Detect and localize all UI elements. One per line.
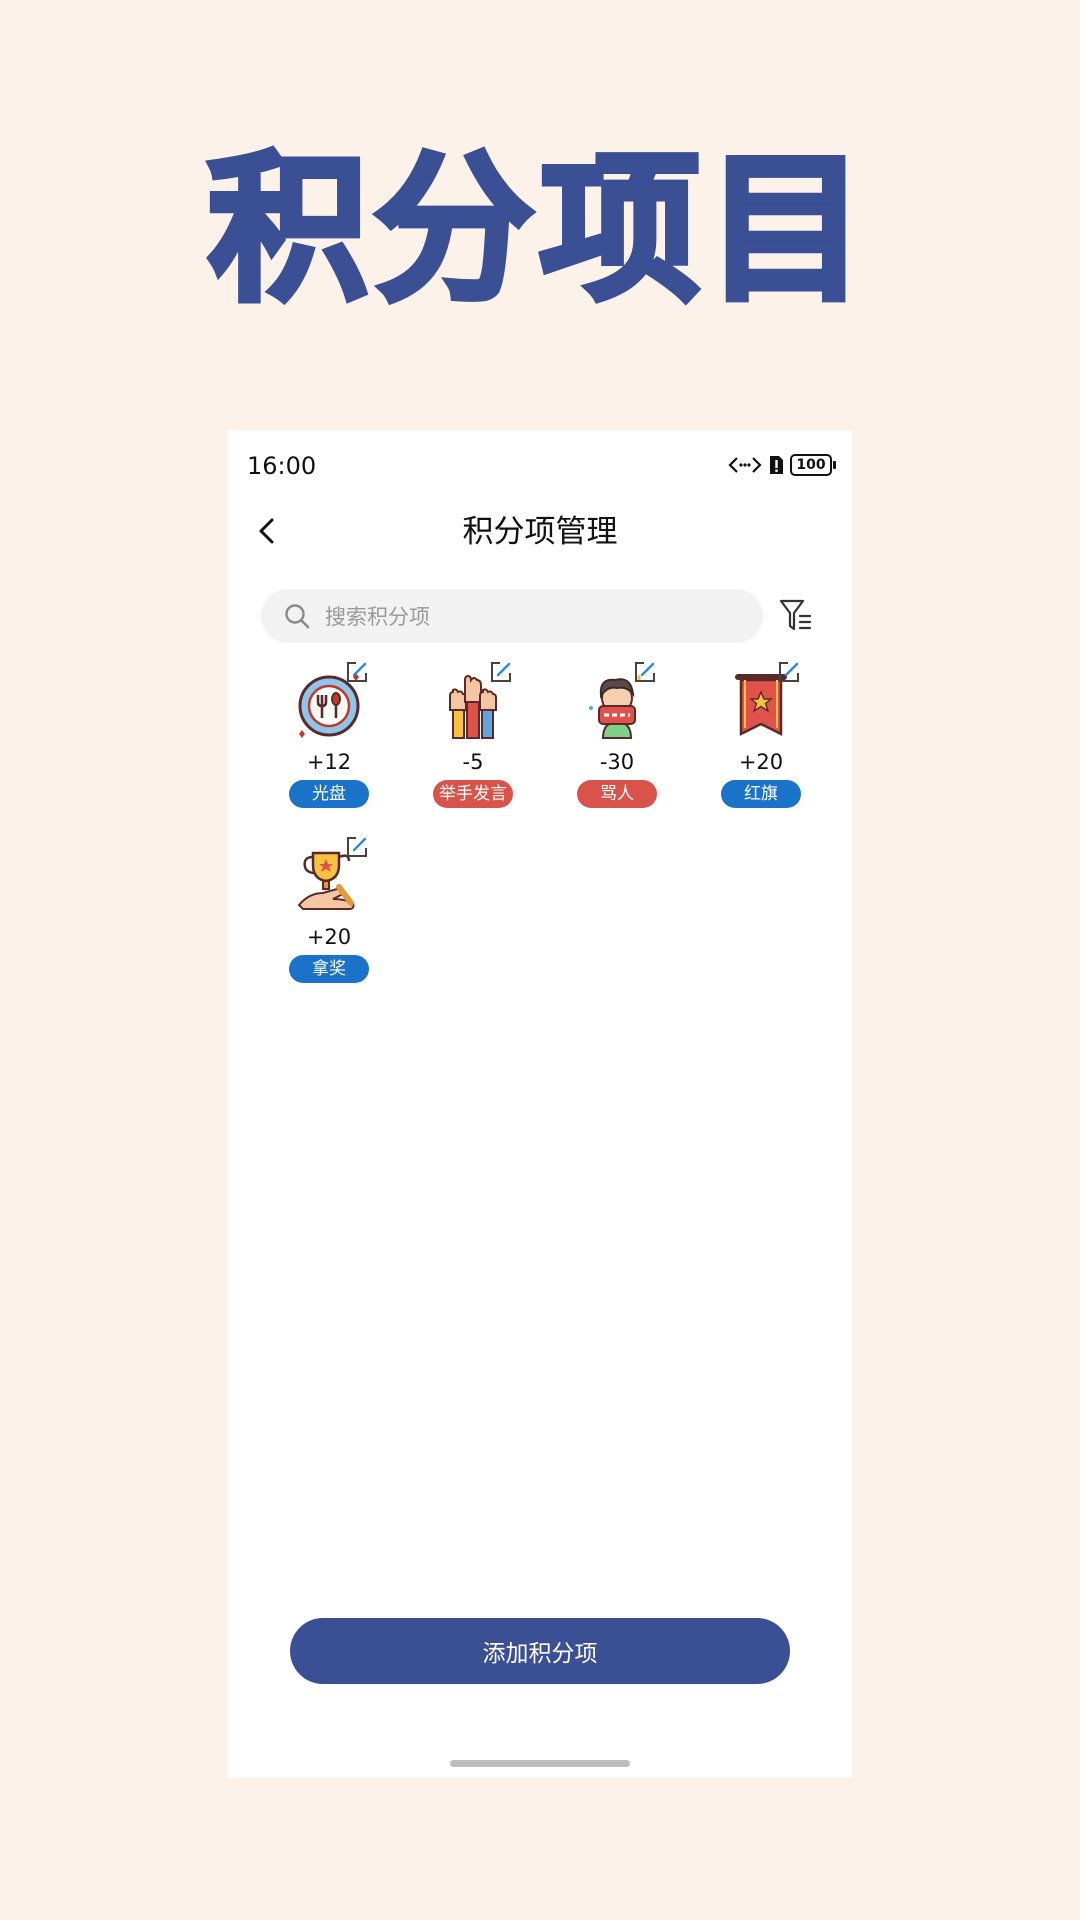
page-title: 积分项管理 (462, 514, 618, 550)
search-bar[interactable] (261, 589, 763, 645)
item-tag: 拿奖 (289, 955, 369, 983)
points-item-cursing[interactable]: -30 骂人 (567, 660, 667, 820)
promo-title: 积分项目 (205, 136, 872, 323)
item-score: +20 (306, 925, 352, 949)
item-tag: 光盘 (289, 780, 369, 808)
edit-icon[interactable] (345, 660, 369, 684)
status-time: 16:00 (247, 452, 317, 480)
home-indicator[interactable] (450, 1760, 630, 1767)
edit-icon[interactable] (633, 660, 657, 684)
edit-icon[interactable] (777, 660, 801, 684)
edit-icon[interactable] (489, 660, 513, 684)
status-icons: 100 (728, 454, 836, 476)
battery-icon: 100 (790, 454, 836, 476)
points-item-red-flag[interactable]: +20 红旗 (711, 660, 811, 820)
item-score: +12 (306, 750, 352, 774)
points-item-raise-hand[interactable]: -5 举手发言 (423, 660, 523, 820)
item-score: -30 (599, 750, 635, 774)
filter-button[interactable] (776, 596, 816, 636)
data-transfer-icon (728, 457, 762, 473)
sim-alert-icon (770, 456, 783, 474)
search-icon (285, 604, 310, 629)
search-input[interactable] (323, 589, 747, 645)
points-item-clean-plate[interactable]: +12 光盘 (279, 660, 379, 820)
item-score: -5 (462, 750, 484, 774)
item-tag: 红旗 (721, 780, 801, 808)
filter-icon (779, 599, 812, 631)
status-bar: 16:00 100 (228, 430, 852, 500)
points-item-award[interactable]: +20 拿奖 (279, 835, 379, 995)
item-tag: 举手发言 (433, 780, 513, 808)
item-tag: 骂人 (577, 780, 657, 808)
edit-icon[interactable] (345, 835, 369, 859)
item-score: +20 (738, 750, 784, 774)
add-points-item-button[interactable]: 添加积分项 (290, 1618, 790, 1684)
phone-screen: 16:00 100 积分项管理 搜索积分项 +12 光盘 -5 举手发言 -30… (228, 430, 852, 1778)
